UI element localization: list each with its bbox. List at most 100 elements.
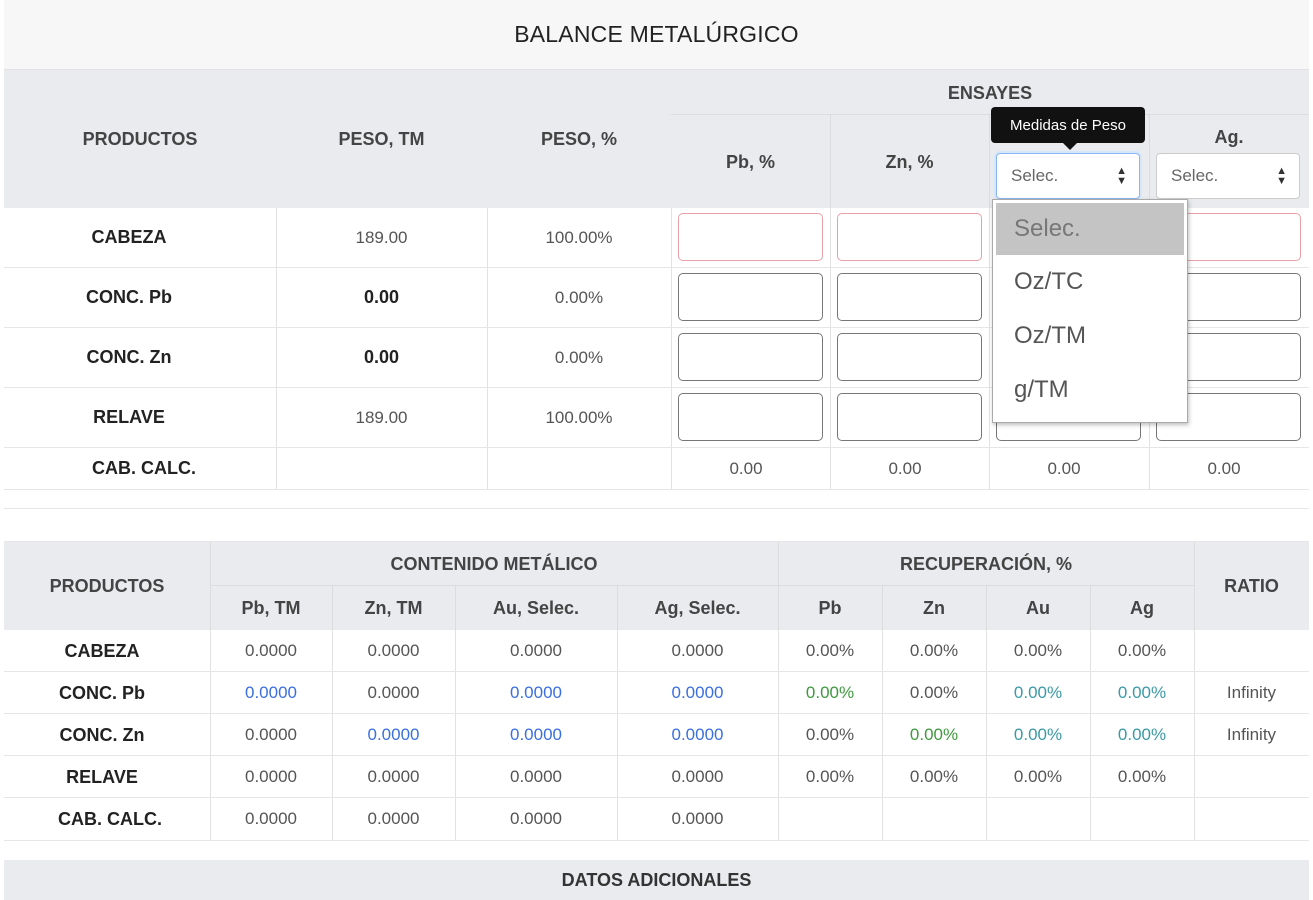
row-label-conc-pb: CONC. Pb [85, 287, 172, 307]
row-label-cabeza: CABEZA [91, 227, 167, 247]
dropdown-option-oz-tc[interactable]: Oz/TC [993, 255, 1187, 309]
header-productos: PRODUCTOS [82, 128, 198, 149]
conc-zn-zn-tm: 0.0000 [367, 725, 420, 744]
datos-adicionales-header: DATOS ADICIONALES [4, 860, 1309, 900]
conc-pb-rec-au: 0.00% [1013, 683, 1063, 702]
cabeza-rec-ag: 0.00% [1117, 641, 1167, 660]
cab-calc-pb: 0.00 [729, 458, 763, 478]
cabeza-pb-tm: 0.0000 [245, 641, 297, 660]
conc-pb-pb-tm: 0.0000 [245, 683, 297, 702]
header-recuperacion: RECUPERACIÓN, % [899, 553, 1073, 574]
subheader-rec-pb: Pb [818, 597, 842, 618]
peso-tm-conc-zn: 0.00 [363, 347, 400, 367]
dropdown-option-selec[interactable]: Selec. [996, 203, 1184, 255]
conc-pb-ag: 0.0000 [671, 683, 724, 702]
conc-zn-ratio: Infinity [1226, 725, 1277, 744]
cab-calc-zn-tm: 0.0000 [367, 809, 420, 828]
conc-zn-rec-pb: 0.00% [805, 725, 855, 744]
cab-calc-ag: 0.00 [1207, 458, 1241, 478]
header-ag: Ag. [1214, 126, 1244, 147]
peso-tm-cabeza: 189.00 [355, 227, 408, 247]
peso-pct-conc-zn: 0.00% [554, 347, 604, 367]
input-conc-zn-zn[interactable] [837, 333, 982, 381]
subheader-rec-zn: Zn [923, 597, 945, 618]
cab-calc-au: 0.00 [1047, 458, 1081, 478]
cabeza-rec-au: 0.00% [1013, 641, 1063, 660]
input-cabeza-pb[interactable] [678, 213, 823, 261]
au-unit-select[interactable]: Selec. ▲ ▼ [996, 153, 1140, 199]
header-peso-pct: PESO, % [540, 128, 618, 149]
cabeza-ag: 0.0000 [671, 641, 724, 660]
subheader-zn-tm: Zn, TM [364, 597, 423, 618]
dropdown-option-g-tm[interactable]: g/TM [993, 363, 1187, 417]
content-table-body: CABEZA 0.0000 0.0000 0.0000 0.0000 0.00%… [4, 630, 1309, 840]
header-ratio: RATIO [1224, 575, 1279, 596]
section-gap [4, 508, 1309, 542]
input-relave-pb[interactable] [678, 393, 823, 441]
row2-label-cab-calc: CAB. CALC. [58, 808, 162, 829]
page-title: BALANCE METALÚRGICO [4, 0, 1309, 70]
conc-pb-ratio: Infinity [1226, 683, 1277, 702]
conc-zn-rec-au: 0.00% [1013, 725, 1063, 744]
peso-tm-conc-pb: 0.00 [363, 287, 400, 307]
header-ensayes: ENSAYES [947, 82, 1033, 103]
relave-rec-pb: 0.00% [805, 767, 855, 786]
relave-rec-zn: 0.00% [909, 767, 959, 786]
row-label-conc-zn: CONC. Zn [86, 347, 172, 367]
input-conc-pb-pb[interactable] [678, 273, 823, 321]
row2-label-cabeza: CABEZA [64, 640, 140, 661]
peso-pct-cabeza: 100.00% [545, 227, 613, 247]
weight-units-tooltip: Medidas de Peso [991, 107, 1145, 150]
header-zn-pct: Zn, % [885, 151, 934, 172]
cab-calc-ag-selec: 0.0000 [671, 809, 724, 828]
conc-pb-zn-tm: 0.0000 [367, 683, 420, 702]
sort-caret-icon: ▲ ▼ [1116, 165, 1127, 187]
conc-zn-ag: 0.0000 [671, 725, 724, 744]
conc-zn-rec-zn: 0.00% [909, 725, 959, 744]
relave-pb-tm: 0.0000 [245, 767, 297, 786]
cabeza-au: 0.0000 [510, 641, 562, 660]
relave-au: 0.0000 [510, 767, 562, 786]
conc-pb-rec-pb: 0.00% [805, 683, 855, 702]
subheader-ag-selec: Ag, Selec. [654, 597, 741, 618]
cabeza-rec-zn: 0.00% [909, 641, 959, 660]
row2-label-conc-zn: CONC. Zn [59, 724, 145, 745]
unit-dropdown-list: Selec. Oz/TC Oz/TM g/TM [992, 199, 1188, 423]
row2-label-conc-pb: CONC. Pb [58, 682, 145, 703]
input-conc-pb-zn[interactable] [837, 273, 982, 321]
subheader-rec-au: Au [1026, 597, 1050, 618]
cab-calc-pb-tm: 0.0000 [245, 809, 297, 828]
ag-unit-select[interactable]: Selec. ▲ ▼ [1156, 153, 1300, 199]
peso-pct-relave: 100.00% [545, 407, 613, 427]
header2-productos: PRODUCTOS [49, 575, 165, 596]
subheader-rec-ag: Ag [1130, 597, 1154, 618]
header-peso-tm: PESO, TM [338, 128, 425, 149]
header-contenido-metalico: CONTENIDO METÁLICO [390, 553, 598, 574]
relave-rec-au: 0.00% [1013, 767, 1063, 786]
conc-zn-au: 0.0000 [510, 725, 562, 744]
ag-unit-select-value: Selec. [1171, 166, 1219, 185]
relave-ag: 0.0000 [671, 767, 724, 786]
conc-pb-au: 0.0000 [510, 683, 562, 702]
au-unit-select-value: Selec. [1011, 166, 1059, 185]
input-cabeza-zn[interactable] [837, 213, 982, 261]
subheader-au-selec: Au, Selec. [492, 597, 580, 618]
input-relave-zn[interactable] [837, 393, 982, 441]
cabeza-zn-tm: 0.0000 [367, 641, 420, 660]
row-label-cab-calc: CAB. CALC. [92, 458, 196, 478]
input-conc-zn-pb[interactable] [678, 333, 823, 381]
dropdown-option-oz-tm[interactable]: Oz/TM [993, 309, 1187, 363]
subheader-pb-tm: Pb, TM [241, 597, 301, 618]
peso-tm-relave: 189.00 [355, 407, 408, 427]
peso-pct-conc-pb: 0.00% [554, 287, 604, 307]
row-label-relave: RELAVE [93, 407, 165, 427]
conc-pb-rec-zn: 0.00% [909, 683, 959, 702]
cabeza-rec-pb: 0.00% [805, 641, 855, 660]
section-gap-2 [4, 840, 1309, 860]
conc-zn-pb-tm: 0.0000 [245, 725, 297, 744]
cab-calc-au-selec: 0.0000 [510, 809, 562, 828]
relave-zn-tm: 0.0000 [367, 767, 420, 786]
conc-pb-rec-ag: 0.00% [1117, 683, 1167, 702]
conc-zn-rec-ag: 0.00% [1117, 725, 1167, 744]
header-pb-pct: Pb, % [725, 151, 775, 172]
